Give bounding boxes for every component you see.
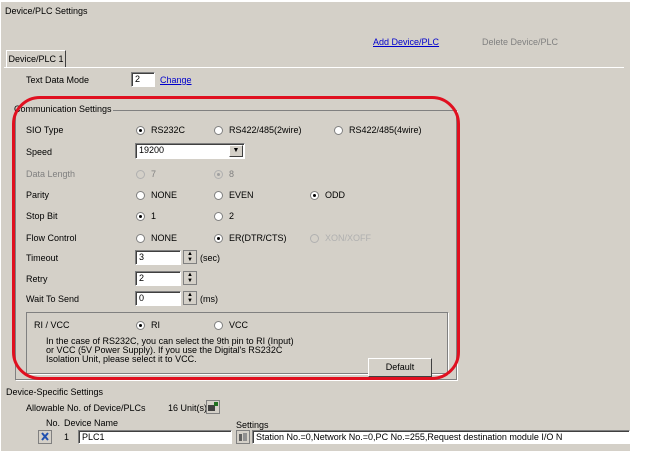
radio-flow-er[interactable]	[214, 234, 223, 243]
wait-to-send-input[interactable]: 0	[135, 291, 181, 306]
data-length-label: Data Length	[26, 169, 76, 179]
wait-to-send-spinner[interactable]: ▲ ▼	[183, 291, 197, 305]
radio-parity-odd[interactable]	[310, 191, 319, 200]
timeout-spinner[interactable]: ▲ ▼	[183, 250, 197, 264]
radio-vcc[interactable]	[214, 321, 223, 330]
radio-data-length-8[interactable]	[214, 170, 223, 179]
radio-flow-xon[interactable]	[310, 234, 319, 243]
spin-down-icon: ▼	[187, 278, 193, 284]
radio-flow-none[interactable]	[136, 234, 145, 243]
retry-input[interactable]: 2	[135, 271, 181, 286]
radio-sio-rs422-2wire[interactable]	[214, 126, 223, 135]
sio-rs232c-label: RS232C	[151, 125, 186, 135]
delete-device-link[interactable]: Delete Device/PLC	[482, 37, 558, 47]
allowable-label: Allowable No. of Device/PLCs	[26, 403, 146, 413]
parity-none-label: NONE	[151, 190, 178, 200]
allowable-value: 16 Unit(s)	[168, 403, 208, 413]
radio-sio-rs422-4wire[interactable]	[334, 126, 343, 135]
add-device-icon[interactable]	[206, 400, 220, 414]
tab-divider	[4, 67, 624, 68]
parity-even-label: EVEN	[229, 190, 254, 200]
spin-down-icon: ▼	[187, 257, 193, 263]
data-length-7-label: 7	[151, 169, 157, 179]
speed-value: 19200	[139, 145, 165, 155]
stop-bit-label: Stop Bit	[26, 211, 58, 221]
text-data-mode-value: 2	[131, 72, 155, 87]
speed-dropdown-button[interactable]: ▼	[229, 145, 243, 157]
radio-parity-even[interactable]	[214, 191, 223, 200]
text-data-mode-label: Text Data Mode	[26, 75, 90, 85]
page-title: Device/PLC Settings	[5, 6, 88, 16]
add-device-link[interactable]: Add Device/PLC	[373, 37, 439, 47]
parity-odd-label: ODD	[325, 190, 345, 200]
col-no: No.	[46, 418, 61, 428]
vcc-label: VCC	[229, 320, 249, 330]
change-link[interactable]: Change	[160, 75, 192, 85]
radio-ri[interactable]	[136, 321, 145, 330]
data-length-8-label: 8	[229, 169, 235, 179]
radio-sio-rs232c[interactable]	[136, 126, 145, 135]
ri-vcc-label: RI / VCC	[34, 320, 70, 330]
sio-rs422-2wire-label: RS422/485(2wire)	[229, 125, 302, 135]
timeout-unit: (sec)	[200, 253, 220, 263]
communication-settings-title: Communication Settings	[13, 104, 113, 114]
wait-to-send-label: Wait To Send	[26, 294, 80, 304]
parity-label: Parity	[26, 190, 50, 200]
ri-label: RI	[151, 320, 160, 330]
speed-label: Speed	[26, 147, 53, 157]
row-no: 1	[64, 432, 70, 442]
sio-type-label: SIO Type	[26, 125, 64, 135]
radio-data-length-7[interactable]	[136, 170, 145, 179]
tab-device-plc-1[interactable]: Device/PLC 1	[6, 50, 66, 68]
chevron-down-icon: ▼	[232, 147, 240, 154]
radio-parity-none[interactable]	[136, 191, 145, 200]
radio-stop-bit-1[interactable]	[136, 212, 145, 221]
edit-device-icon[interactable]	[38, 430, 52, 444]
ri-vcc-note: In the case of RS232C, you can select th…	[46, 337, 294, 364]
device-name-input[interactable]: PLC1	[78, 430, 232, 444]
flow-er-label: ER(DTR/CTS)	[229, 233, 287, 243]
col-device-name: Device Name	[64, 418, 119, 428]
default-button[interactable]: Default	[368, 358, 432, 377]
stop-bit-1-label: 1	[151, 211, 157, 221]
retry-label: Retry	[26, 274, 48, 284]
spin-down-icon: ▼	[187, 298, 193, 304]
timeout-input[interactable]: 3	[135, 250, 181, 265]
stop-bit-2-label: 2	[229, 211, 235, 221]
radio-stop-bit-2[interactable]	[214, 212, 223, 221]
ri-vcc-note-line-3: Isolation Unit, please select it to VCC.	[46, 354, 197, 364]
device-specific-title: Device-Specific Settings	[6, 387, 104, 397]
flow-control-label: Flow Control	[26, 233, 77, 243]
device-settings-field: Station No.=0,Network No.=0,PC No.=255,R…	[252, 430, 630, 444]
retry-spinner[interactable]: ▲ ▼	[183, 271, 197, 285]
timeout-label: Timeout	[26, 253, 59, 263]
flow-none-label: NONE	[151, 233, 178, 243]
sio-rs422-4wire-label: RS422/485(4wire)	[349, 125, 422, 135]
col-settings: Settings	[236, 420, 269, 430]
flow-xon-label: XON/XOFF	[325, 233, 372, 243]
wait-to-send-unit: (ms)	[200, 294, 218, 304]
settings-icon[interactable]	[236, 430, 250, 444]
